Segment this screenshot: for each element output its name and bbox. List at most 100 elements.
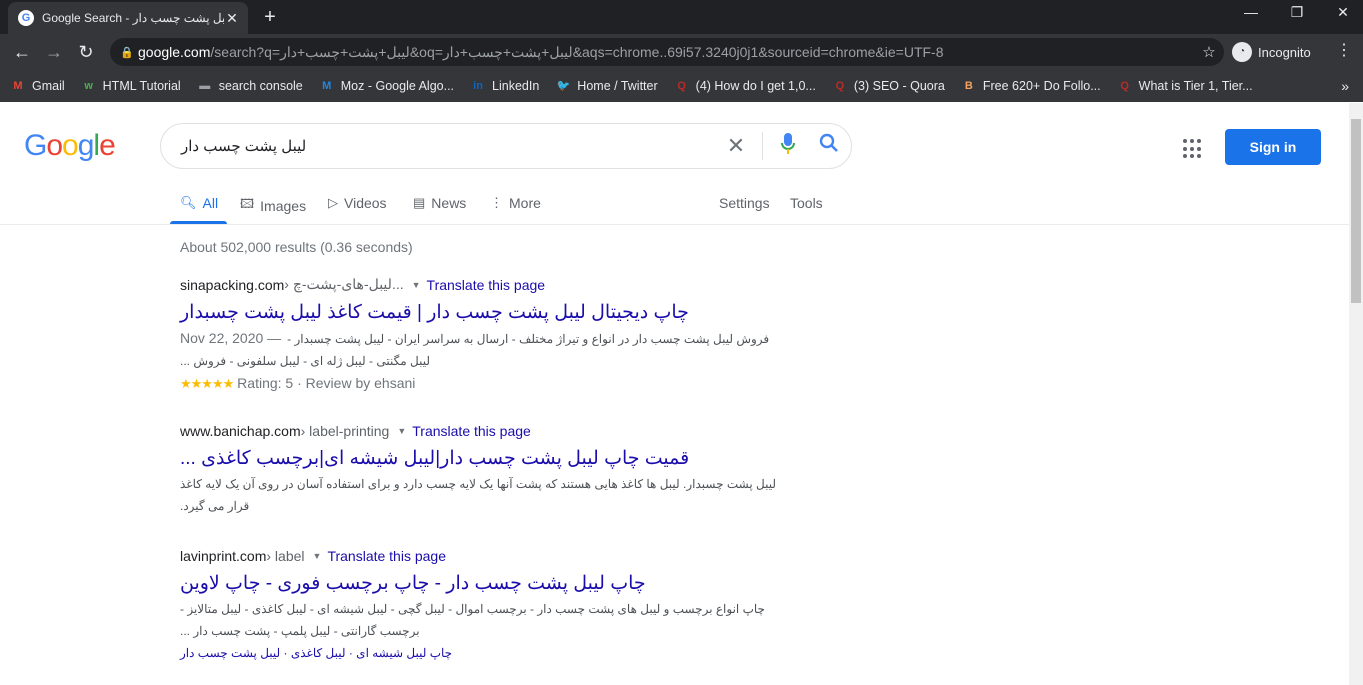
google-apps-icon[interactable] (1183, 139, 1203, 159)
minimize-icon[interactable]: — (1236, 4, 1266, 20)
bookmark-item[interactable]: ▬ search console (197, 78, 303, 94)
search-small-icon: 🔍︎ (180, 195, 197, 210)
result-title-link[interactable]: چاپ دیجیتال لیبل پشت چسب دار | قیمت کاغذ… (180, 299, 780, 327)
image-icon: 🖾 (240, 196, 255, 211)
address-bar[interactable]: 🔒 google.com/search?q=لیبل+پشت+چسب+دار&o… (110, 38, 1224, 66)
sign-in-button[interactable]: Sign in (1225, 129, 1321, 165)
tab-more[interactable]: ⋮ More (490, 195, 541, 211)
bookmark-favicon-icon: w (84, 80, 93, 92)
result-title-link[interactable]: چاپ لیبل پشت چسب دار - چاپ برچسب فوری - … (180, 570, 780, 598)
result-path: › label (266, 548, 305, 564)
bookmarks-overflow-icon[interactable]: » (1341, 78, 1349, 94)
bookmark-item[interactable]: M Gmail (10, 78, 64, 94)
result-rating-row: ★★★★★ Rating: 5 · Review by ehsani (180, 372, 780, 395)
google-favicon-icon: G (18, 10, 34, 26)
search-result: www.banichap.com › label-printing ▼ Tran… (180, 423, 780, 517)
caret-down-icon[interactable]: ▼ (412, 280, 421, 290)
reload-icon[interactable]: ↻ (74, 40, 98, 64)
bookmarks-bar: M Gmail w HTML Tutorial ▬ search console M Moz … (0, 70, 1363, 102)
bookmark-label: LinkedIn (492, 79, 540, 93)
bookmark-label: Moz - Google Algo... (340, 79, 455, 93)
translate-link[interactable]: Translate this page (412, 423, 531, 439)
incognito-indicator[interactable]: ◔ Incognito (1232, 40, 1311, 64)
result-path: › label-printing (300, 423, 390, 439)
bookmark-favicon-icon: Q (1120, 80, 1129, 92)
tab-all[interactable]: 🔍︎ All (180, 195, 218, 211)
url-path: /search?q=لیبل+پشت+چسب+دار&oq=لیبل+پشت+چ… (210, 43, 944, 60)
translate-link[interactable]: Translate this page (427, 277, 546, 293)
result-host: lavinprint.com (180, 548, 267, 564)
search-box[interactable]: لیبل پشت چسب دار ✕ (160, 123, 852, 169)
tab-videos[interactable]: ▷ Videos (328, 195, 387, 211)
bookmark-favicon-icon: 🐦 (556, 80, 571, 92)
microphone-icon[interactable] (769, 132, 807, 160)
close-window-icon[interactable]: ✕ (1328, 4, 1358, 21)
bookmark-item[interactable]: 🐦 Home / Twitter (555, 78, 657, 94)
result-snippet-row: Nov 22, 2020 — فروش لیبل پشت چسب دار در ا… (180, 327, 780, 372)
search-input[interactable]: لیبل پشت چسب دار (181, 137, 716, 155)
url-text: google.com/search?q=لیبل+پشت+چسب+دار&oq=… (138, 44, 1194, 61)
tab-close-icon[interactable]: ✕ (224, 10, 240, 27)
tab-images-label: Images (260, 198, 307, 214)
incognito-label: Incognito (1258, 44, 1311, 60)
bookmark-item[interactable]: in LinkedIn (470, 78, 539, 94)
forward-icon[interactable]: → (42, 40, 66, 64)
clear-icon[interactable]: ✕ (716, 133, 756, 159)
tab-videos-label: Videos (344, 195, 387, 211)
search-divider (762, 132, 763, 160)
logo-letter: o (46, 129, 63, 162)
bookmark-item[interactable]: Q (3) SEO - Quora (832, 78, 945, 94)
bookmark-favicon-icon: B (964, 80, 973, 92)
tab-images[interactable]: 🖾 Images (240, 195, 306, 217)
result-host: www.banichap.com (180, 423, 301, 439)
caret-down-icon[interactable]: ▼ (313, 551, 322, 561)
bookmark-item[interactable]: B Free 620+ Do Follo... (961, 78, 1101, 94)
search-page: Google لیبل پشت چسب دار ✕ Sign in 🔍︎ All … (0, 103, 1363, 685)
url-host: google.com (138, 43, 211, 60)
page-scrollbar[interactable] (1349, 103, 1363, 685)
search-tabs: 🔍︎ All 🖾 Images ▷ Videos ▤ News ⋮ More Settin… (0, 183, 1349, 225)
browser-toolbar: ← → ↻ 🔒 google.com/search?q=لیبل+پشت+چسب… (0, 34, 1363, 70)
chrome-menu-icon[interactable]: ⋮ (1336, 40, 1352, 60)
more-vert-icon: ⋮ (490, 195, 503, 210)
scrollbar-thumb[interactable] (1351, 119, 1361, 303)
result-snippet: لیبل پشت چسبدار. لیبل ها کاغذ هایی هستند… (180, 477, 777, 513)
browser-tab[interactable]: G Google Search - لیبل پشت چسب دار ✕ (8, 2, 248, 34)
bookmark-item[interactable]: Q (4) How do I get 1,0... (674, 78, 815, 94)
tab-tools[interactable]: Tools (790, 195, 823, 211)
bookmark-label: (3) SEO - Quora (853, 79, 945, 93)
back-icon[interactable]: ← (10, 40, 34, 64)
bookmark-item[interactable]: Q What is Tier 1, Tier... (1117, 78, 1252, 94)
result-sitelinks[interactable]: چاپ لیبل شیشه ای · لیبل کاغذی · لیبل پشت… (180, 642, 780, 664)
translate-link[interactable]: Translate this page (327, 548, 446, 564)
bookmark-favicon-icon: M (322, 80, 332, 92)
result-cite: sinapacking.com › لیبل-های-پشت-چ... ▼ Tr… (180, 276, 780, 293)
bookmark-label: search console (218, 79, 303, 93)
bookmark-item[interactable]: M Moz - Google Algo... (319, 78, 454, 94)
bookmark-label: Home / Twitter (577, 79, 658, 93)
bookmark-star-icon[interactable]: ☆ (1194, 43, 1224, 61)
search-icon[interactable] (807, 133, 851, 159)
bookmark-item[interactable]: w HTML Tutorial (81, 78, 180, 94)
tab-settings[interactable]: Settings (719, 195, 770, 211)
video-icon: ▷ (328, 195, 338, 210)
caret-down-icon[interactable]: ▼ (397, 426, 406, 436)
rating-stars-icon: ★★★★★ (180, 376, 234, 391)
tab-strip: G Google Search - لیبل پشت چسب دار ✕ + —… (0, 0, 1363, 34)
result-cite: lavinprint.com › label ▼ Translate this … (180, 548, 780, 564)
google-logo[interactable]: Google (24, 129, 116, 163)
result-title-link[interactable]: قمیت چاپ لیبل پشت چسب دار|لیبل شیشه ای|ب… (180, 445, 780, 473)
lock-icon: 🔒 (120, 46, 134, 59)
restore-icon[interactable]: ❐ (1282, 4, 1312, 21)
bookmark-favicon-icon: in (473, 80, 483, 92)
result-host: sinapacking.com (180, 276, 285, 293)
bookmark-favicon-icon: M (13, 80, 23, 92)
logo-letter: e (99, 129, 116, 162)
logo-letter: g (77, 129, 95, 162)
tab-news-label: News (431, 195, 467, 211)
bookmark-label: Free 620+ Do Follo... (982, 79, 1101, 93)
tab-all-label: All (202, 195, 219, 211)
new-tab-icon[interactable]: + (258, 6, 282, 29)
news-icon: ▤ (413, 195, 426, 210)
tab-news[interactable]: ▤ News (413, 195, 466, 211)
